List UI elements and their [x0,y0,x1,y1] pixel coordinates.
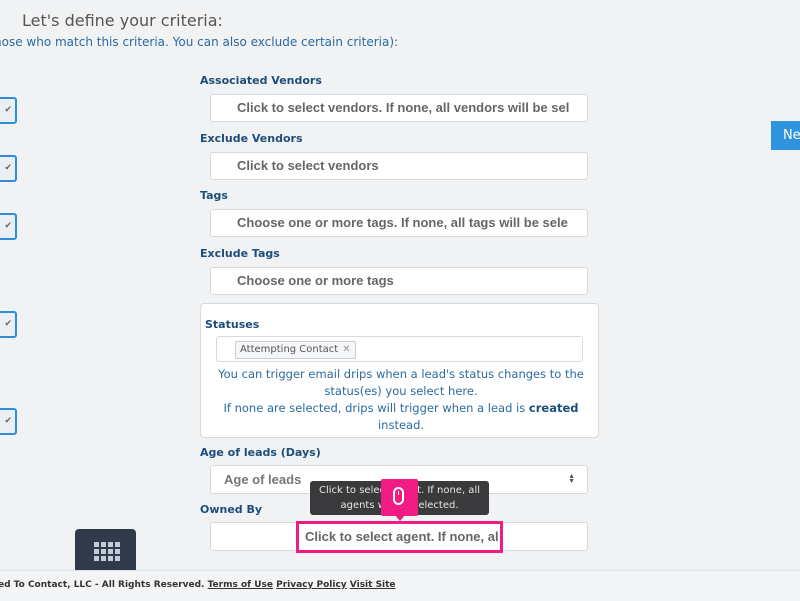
page-subtitle: hose who match this criteria. You can al… [0,35,399,49]
age-of-leads-placeholder: Age of leads [224,472,302,487]
visit-site-link[interactable]: Visit Site [350,580,396,590]
check-icon: ✔ [4,221,12,231]
footer-copyright: ed To Contact, LLC - All Rights Reserved… [0,571,396,599]
associated-vendors-label: Associated Vendors [200,74,322,87]
grid-icon [94,542,120,561]
number-stepper-icon[interactable]: ▲ ▼ [568,473,575,485]
exclude-tags-label: Exclude Tags [200,247,280,260]
remove-tag-icon[interactable]: ✕ [342,344,350,355]
associated-vendors-select[interactable]: Click to select vendors. If none, all ve… [210,94,588,122]
page: Let's define your criteria: hose who mat… [0,0,800,601]
owned-by-select[interactable]: Click to select agent. If none, al [296,521,503,553]
status-tag: Attempting Contact ✕ [235,341,356,359]
terms-of-use-link[interactable]: Terms of Use [208,580,273,590]
statuses-help-line1: You can trigger email drips when a lead'… [218,367,584,398]
statuses-select[interactable]: Attempting Contact ✕ [216,336,583,362]
copyright-text: ed To Contact, LLC - All Rights Reserved… [0,580,205,590]
owned-by-label: Owned By [200,503,263,516]
privacy-policy-link[interactable]: Privacy Policy [276,580,347,590]
tags-select[interactable]: Choose one or more tags. If none, all ta… [210,209,588,237]
statuses-label: Statuses [205,318,260,331]
check-icon: ✔ [4,416,12,426]
footer: ed To Contact, LLC - All Rights Reserved… [0,570,800,601]
criteria-toggle-1[interactable]: ✔ [0,97,17,124]
criteria-toggle-4[interactable]: ✔ [0,311,17,338]
statuses-help-text: You can trigger email drips when a lead'… [216,366,586,434]
page-title: Let's define your criteria: [22,11,223,30]
next-button[interactable]: Ne [771,121,800,150]
age-of-leads-label: Age of leads (Days) [200,446,321,459]
statuses-help-bold: created [528,401,579,415]
check-icon: ✔ [4,319,12,329]
criteria-toggle-5[interactable]: ✔ [0,408,17,435]
statuses-panel: Statuses Attempting Contact ✕ You can tri… [200,303,599,438]
statuses-help-line2: If none are selected, drips will trigger… [216,400,586,434]
tags-label: Tags [200,189,228,202]
mouse-click-icon [381,479,418,521]
apps-grid-button[interactable] [75,529,136,574]
criteria-toggle-3[interactable]: ✔ [0,213,17,240]
criteria-toggle-2[interactable]: ✔ [0,155,17,182]
check-icon: ✔ [4,163,12,173]
status-tag-label: Attempting Contact [240,344,339,355]
check-icon: ✔ [4,105,12,115]
exclude-tags-select[interactable]: Choose one or more tags [210,267,588,295]
statuses-help-suffix: instead. [377,418,425,432]
statuses-help-prefix: If none are selected, drips will trigger… [223,401,529,415]
exclude-vendors-select[interactable]: Click to select vendors [210,152,588,180]
exclude-vendors-label: Exclude Vendors [200,132,303,145]
